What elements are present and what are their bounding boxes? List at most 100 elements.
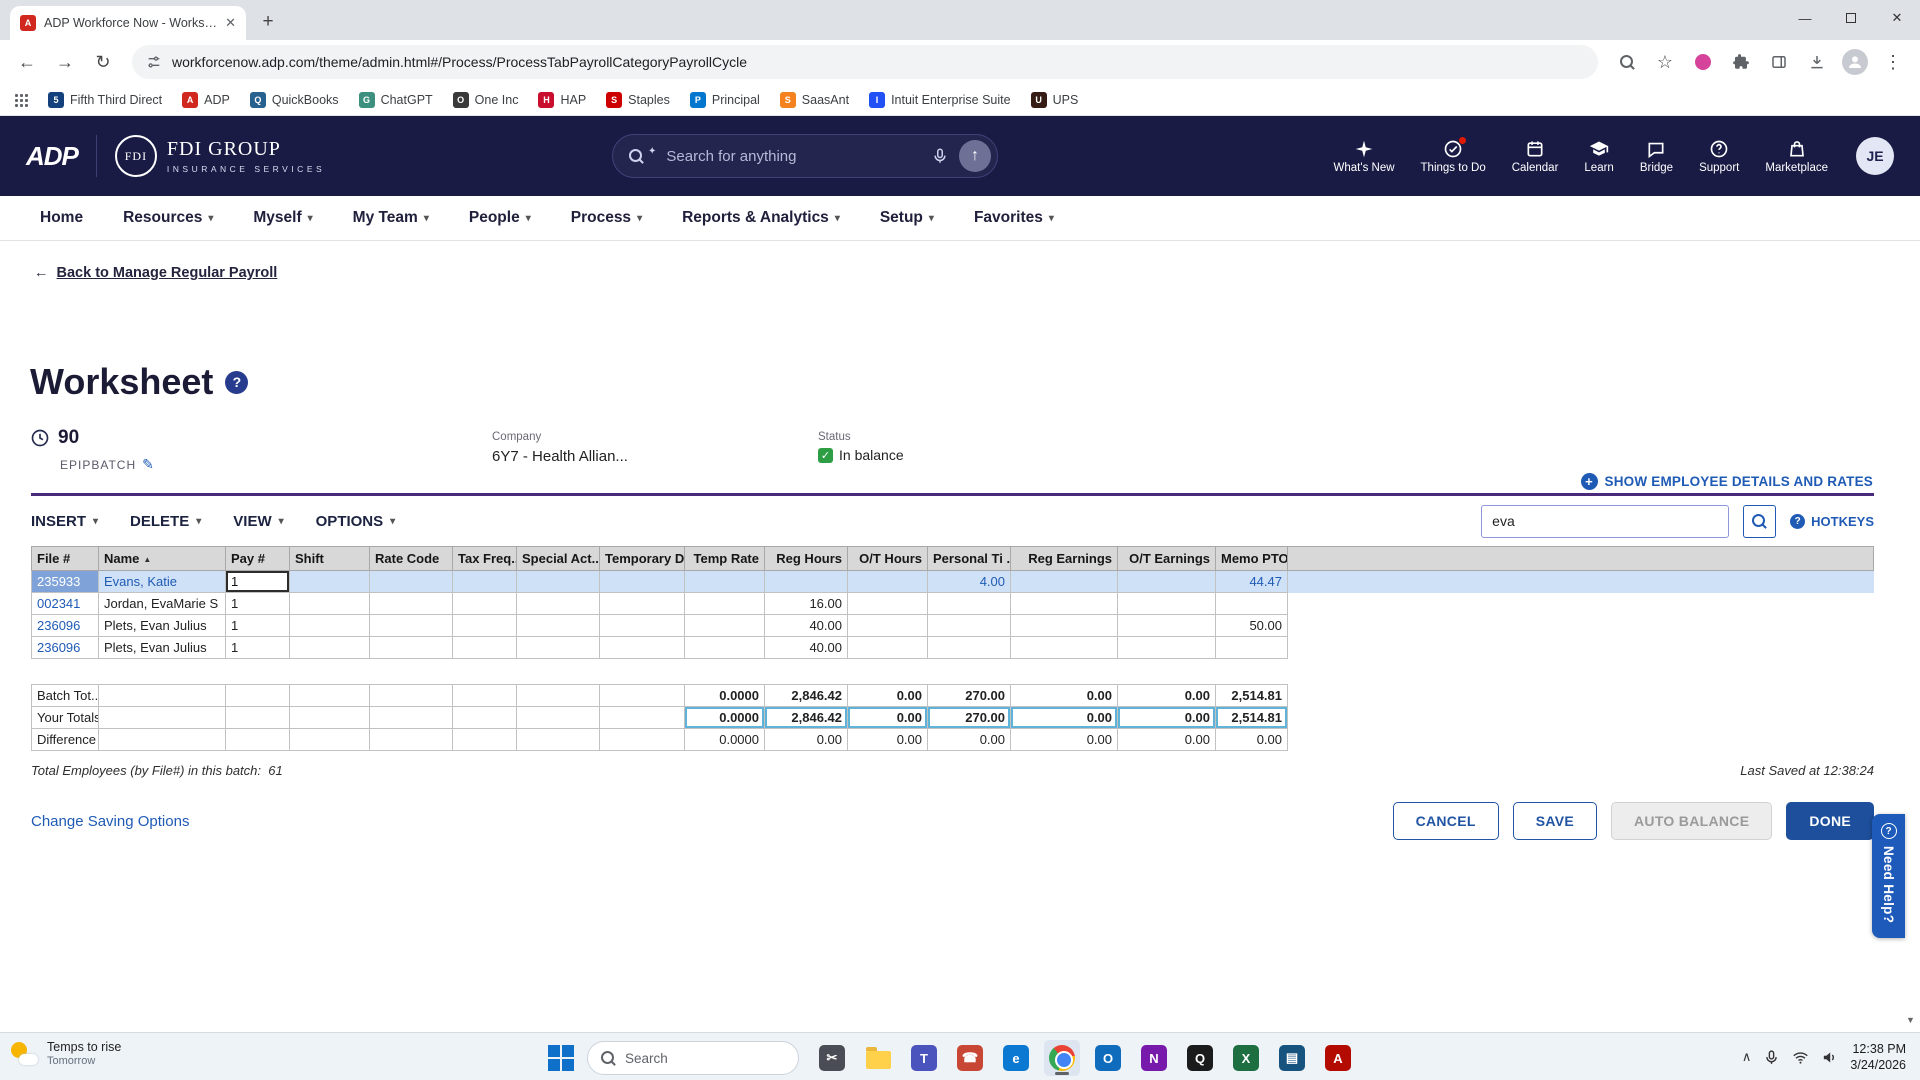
cell-name[interactable]: Jordan, EvaMarie S (99, 593, 226, 615)
reload-icon[interactable]: ↻ (86, 45, 120, 79)
apps-grid-icon[interactable] (14, 93, 28, 107)
tab-close-icon[interactable]: ✕ (225, 15, 236, 31)
taskbar-weather-widget[interactable]: Temps to rise Tomorrow (10, 1040, 121, 1067)
col-header-memo-pto[interactable]: Memo PTO (1216, 547, 1288, 571)
cell-temp-rate[interactable] (685, 593, 765, 615)
adp-nav-things-to-do[interactable]: Things to Do (1421, 139, 1486, 174)
bookmark-adp[interactable]: AADP (182, 92, 230, 108)
col-header-rate-code[interactable]: Rate Code (370, 547, 453, 571)
scrollbar-down-arrow[interactable]: ▼ (1903, 1012, 1918, 1028)
cell-file[interactable]: 236096 (32, 637, 99, 659)
taskbar-app-onenote[interactable]: N (1136, 1040, 1172, 1076)
cell-pay[interactable]: 1 (226, 637, 290, 659)
cell-name[interactable]: Evans, Katie (99, 571, 226, 593)
cell-rate-code[interactable] (370, 593, 453, 615)
cell-rate-code[interactable] (370, 637, 453, 659)
pinned-extension-icon[interactable] (1686, 45, 1720, 79)
downloads-icon[interactable] (1800, 45, 1834, 79)
hotkeys-link[interactable]: ? HOTKEYS (1790, 514, 1874, 529)
bookmark-star-icon[interactable]: ☆ (1648, 45, 1682, 79)
global-search-input[interactable] (666, 148, 921, 165)
browser-profile-avatar[interactable] (1838, 45, 1872, 79)
menu-setup[interactable]: Setup▾ (880, 209, 934, 227)
taskbar-app-chrome[interactable] (1044, 1040, 1080, 1076)
need-help-tab[interactable]: ? Need Help? (1872, 814, 1905, 938)
start-button[interactable] (548, 1045, 574, 1071)
menu-my-team[interactable]: My Team▾ (353, 209, 429, 227)
cell-file[interactable]: 002341 (32, 593, 99, 615)
back-icon[interactable]: ← (10, 45, 44, 79)
col-header-pay[interactable]: Pay # (226, 547, 290, 571)
bookmark-principal[interactable]: PPrincipal (690, 92, 760, 108)
done-button[interactable]: DONE (1786, 802, 1874, 840)
cell-shift[interactable] (290, 615, 370, 637)
url-bar[interactable]: workforcenow.adp.com/theme/admin.html#/P… (132, 45, 1598, 79)
menu-process[interactable]: Process▾ (571, 209, 642, 227)
worksheet-row[interactable]: 236096Plets, Evan Julius140.0050.00 (32, 615, 1874, 637)
menu-myself[interactable]: Myself▾ (253, 209, 312, 227)
col-header-reg-hours[interactable]: Reg Hours (765, 547, 848, 571)
adp-nav-marketplace[interactable]: Marketplace (1765, 139, 1828, 174)
cell-temp-rate[interactable] (685, 615, 765, 637)
cell-special-act[interactable] (517, 637, 600, 659)
show-employee-details-link[interactable]: + SHOW EMPLOYEE DETAILS AND RATES (1581, 473, 1873, 490)
zoom-icon[interactable] (1610, 45, 1644, 79)
col-header-tax-freq[interactable]: Tax Freq... (453, 547, 517, 571)
cell-name[interactable]: Plets, Evan Julius (99, 615, 226, 637)
minimize-button[interactable]: — (1782, 0, 1828, 36)
col-header-reg-earnings[interactable]: Reg Earnings (1011, 547, 1118, 571)
adp-nav-bridge[interactable]: Bridge (1640, 139, 1673, 174)
cell-reg-earnings[interactable] (1011, 593, 1118, 615)
cell-name[interactable]: Plets, Evan Julius (99, 637, 226, 659)
col-header-temp-rate[interactable]: Temp Rate (685, 547, 765, 571)
menu-reports-analytics[interactable]: Reports & Analytics▾ (682, 209, 840, 227)
bookmark-intuit-enterprise-suite[interactable]: IIntuit Enterprise Suite (869, 92, 1011, 108)
options-menu-button[interactable]: OPTIONS▾ (316, 513, 396, 530)
worksheet-row[interactable]: 236096Plets, Evan Julius140.00 (32, 637, 1874, 659)
cell-pay[interactable]: 1 (226, 571, 290, 593)
cell-temp-rate[interactable] (685, 637, 765, 659)
taskbar-app-snipping-tool[interactable]: ✂ (814, 1040, 850, 1076)
menu-home[interactable]: Home (40, 209, 83, 227)
cell-pay[interactable]: 1 (226, 615, 290, 637)
bookmark-staples[interactable]: SStaples (606, 92, 670, 108)
cell-tax-freq[interactable] (453, 615, 517, 637)
cell-o-t-hours[interactable] (848, 593, 928, 615)
cell-temporary-d[interactable] (600, 615, 685, 637)
employee-search-button[interactable] (1743, 505, 1776, 538)
cell-special-act[interactable] (517, 593, 600, 615)
adp-logo[interactable]: ADP (26, 141, 78, 172)
cell-o-t-hours[interactable] (848, 615, 928, 637)
cancel-button[interactable]: CANCEL (1393, 802, 1499, 840)
cell-rate-code[interactable] (370, 615, 453, 637)
col-header-personal-ti[interactable]: Personal Ti ... (928, 547, 1011, 571)
adp-nav-learn[interactable]: Learn (1584, 139, 1613, 174)
adp-nav-what-s-new[interactable]: What's New (1334, 139, 1395, 174)
col-header-name[interactable]: Name▲ (99, 547, 226, 571)
maximize-button[interactable] (1828, 0, 1874, 36)
view-menu-button[interactable]: VIEW▾ (233, 513, 283, 530)
cell-memo-pto[interactable] (1216, 637, 1288, 659)
col-header-special-act[interactable]: Special Act... (517, 547, 600, 571)
taskbar-app-quickbooks[interactable]: Q (1182, 1040, 1218, 1076)
cell-reg-earnings[interactable] (1011, 571, 1118, 593)
cell-o-t-earnings[interactable] (1118, 615, 1216, 637)
forward-icon[interactable]: → (48, 45, 82, 79)
col-header-file[interactable]: File # (32, 547, 99, 571)
bookmark-ups[interactable]: UUPS (1031, 92, 1079, 108)
cell-shift[interactable] (290, 571, 370, 593)
menu-favorites[interactable]: Favorites▾ (974, 209, 1054, 227)
taskbar-clock[interactable]: 12:38 PM 3/24/2026 (1850, 1041, 1906, 1074)
cell-temporary-d[interactable] (600, 637, 685, 659)
cell-o-t-hours[interactable] (848, 571, 928, 593)
cell-memo-pto[interactable]: 44.47 (1216, 571, 1288, 593)
cell-shift[interactable] (290, 593, 370, 615)
bookmark-chatgpt[interactable]: GChatGPT (359, 92, 433, 108)
bookmark-fifth-third-direct[interactable]: 5Fifth Third Direct (48, 92, 162, 108)
cell-tax-freq[interactable] (453, 571, 517, 593)
cell-reg-earnings[interactable] (1011, 615, 1118, 637)
bookmark-saasant[interactable]: SSaasAnt (780, 92, 849, 108)
menu-people[interactable]: People▾ (469, 209, 531, 227)
insert-menu-button[interactable]: INSERT▾ (31, 513, 98, 530)
change-saving-options-link[interactable]: Change Saving Options (31, 813, 189, 830)
